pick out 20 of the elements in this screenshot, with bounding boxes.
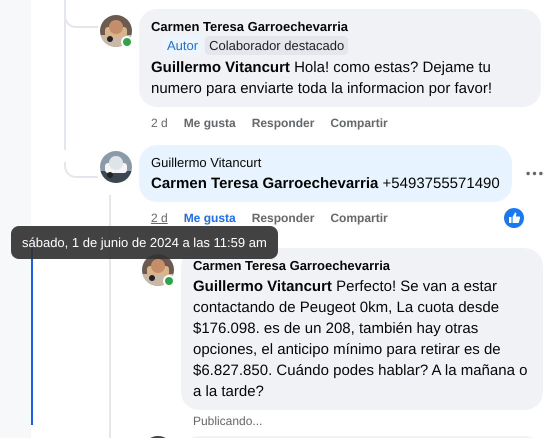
comment-time-link[interactable]: 2 d bbox=[151, 211, 168, 225]
comment-action-link[interactable]: Responder bbox=[252, 211, 314, 225]
comment-action-link[interactable]: Compartir bbox=[330, 116, 388, 130]
author-name[interactable]: Guillermo Vitancurt bbox=[151, 154, 500, 171]
thread-connector bbox=[64, 162, 98, 178]
comment-action-link[interactable]: Compartir bbox=[330, 211, 388, 225]
author-badge: Autor bbox=[163, 36, 202, 55]
author-name[interactable]: Carmen Teresa Garroechevarria bbox=[151, 18, 529, 35]
comment-text: Guillermo Vitancurt Hola! como estas? Dejame tu numero para enviarte toda la informacion por favor! bbox=[151, 58, 494, 99]
comment-text: Guillermo Vitancurt Perfecto! Se van a estar contactando de Peugeot 0km, La cuota desde $176.098. es de un 208, también hay otras opciones, el anticipo mínimo para retirar es de $6.827.850. Cuándo podes hablar? A la mañana o a la tarde? bbox=[193, 277, 528, 402]
more-options-icon[interactable] bbox=[526, 171, 543, 176]
comment-action-link[interactable]: Responder bbox=[252, 116, 314, 130]
author-badge: Colaborador destacado bbox=[205, 36, 348, 55]
date-tooltip: sábado, 1 de junio de 2024 a las 11:59 am bbox=[11, 226, 278, 259]
posting-status: Publicando... bbox=[192, 413, 264, 430]
author-name[interactable]: Carmen Teresa Garroechevarria bbox=[193, 257, 531, 274]
comment-text: Carmen Teresa Garroechevarria +5493755571490 bbox=[151, 174, 500, 194]
comment-time-link[interactable]: 2 d bbox=[151, 116, 168, 130]
comment-action-link[interactable]: Me gusta bbox=[184, 116, 236, 130]
comment-action-link[interactable]: Me gusta bbox=[184, 211, 236, 225]
